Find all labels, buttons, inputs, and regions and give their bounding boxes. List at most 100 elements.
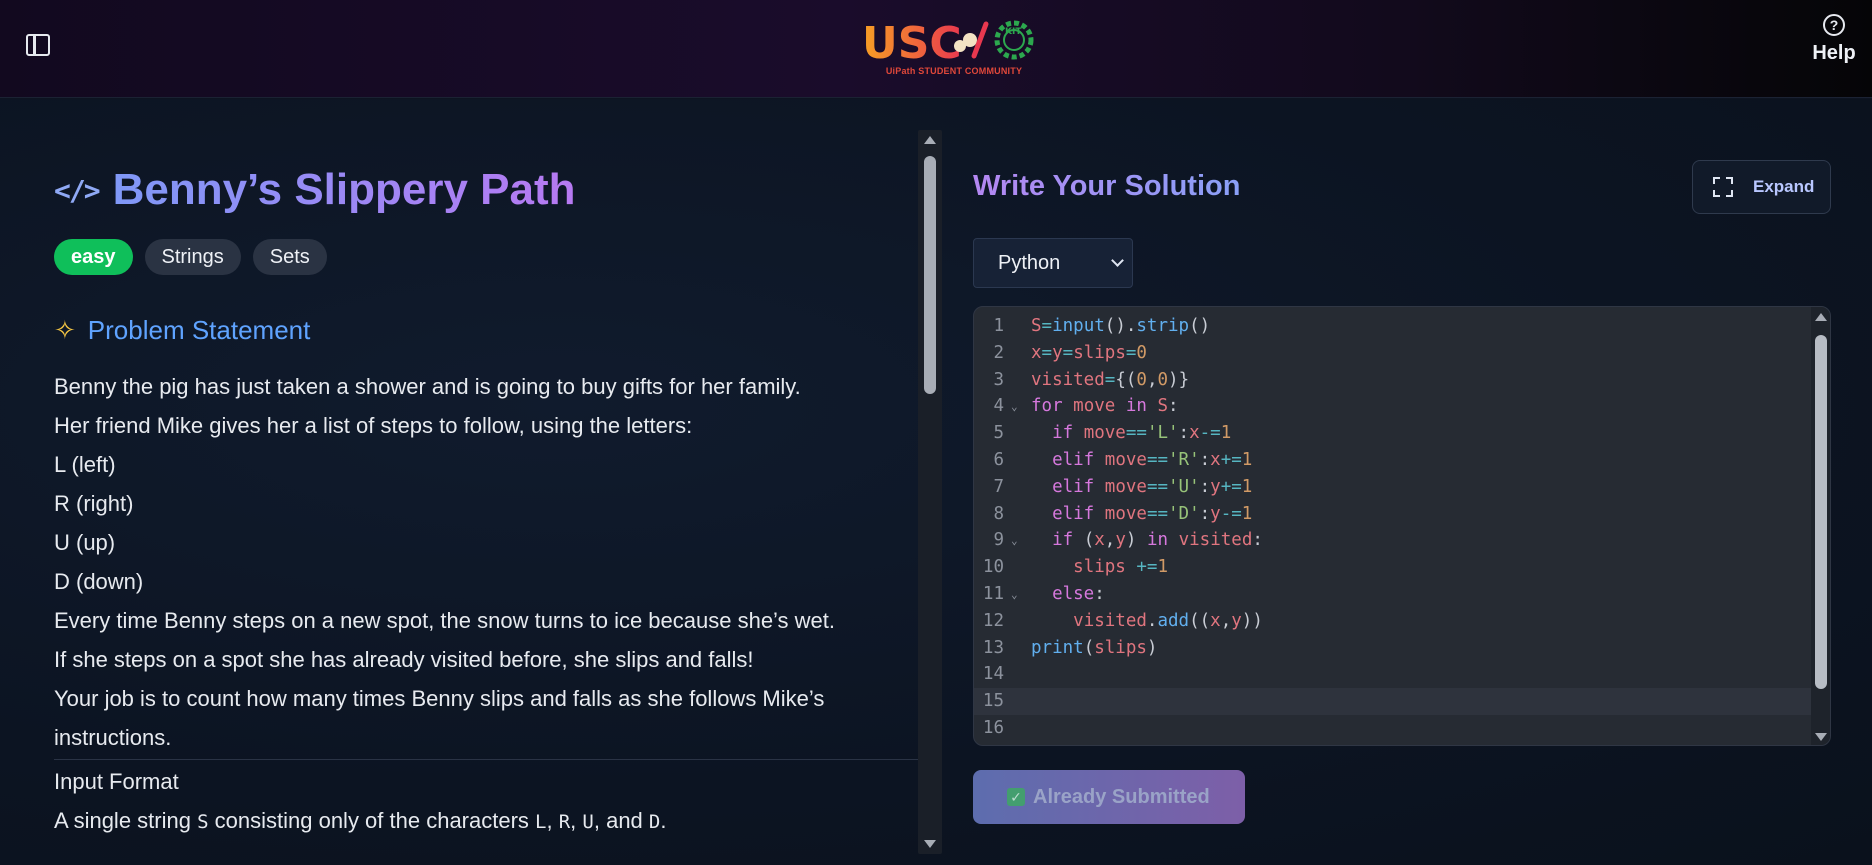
statement-line: R (right) — [54, 491, 134, 516]
code-line[interactable]: 10 slips +=1 — [974, 554, 1814, 581]
code-part: S — [197, 811, 209, 833]
line-number: 16 — [982, 717, 1004, 738]
line-number: 11 — [982, 583, 1004, 604]
difficulty-badge: easy — [54, 239, 133, 275]
line-number: 13 — [982, 637, 1004, 658]
code-line[interactable]: 3 visited={(0,0)} — [974, 367, 1814, 394]
expand-label: Expand — [1753, 177, 1815, 196]
svg-text:USC: USC — [862, 18, 962, 66]
problem-tags: easy Strings Sets — [54, 239, 327, 275]
problem-statement: Benny the pig has just taken a shower an… — [54, 367, 924, 853]
code-line[interactable]: 14 — [974, 661, 1814, 688]
line-number: 8 — [993, 503, 1004, 524]
code-editor[interactable]: 1 S=input().strip() 2 x=y=slips=0 3 visited… — [973, 306, 1831, 746]
fold-chevron-icon[interactable]: ⌄ — [1011, 582, 1018, 609]
problem-title-row: </> Benny’s Slippery Path — [54, 165, 576, 215]
line-number: 6 — [993, 449, 1004, 470]
top-bar: USC KIT UiPath STUDENT COMMUNITY ? Help — [0, 0, 1872, 98]
line-number: 5 — [993, 423, 1004, 444]
line-number: 4 — [993, 396, 1004, 417]
statement-line: D (down) — [54, 569, 144, 594]
scrollbar-thumb[interactable] — [1815, 335, 1827, 689]
line-number: 14 — [982, 664, 1004, 685]
checkbox-checked-icon: ✓ — [1007, 788, 1025, 806]
code-line[interactable]: 9 ⌄ if (x,y) in visited: — [974, 527, 1814, 554]
divider — [54, 759, 924, 760]
text-part: , — [570, 808, 583, 833]
code-line[interactable]: 6 elif move=='R':x+=1 — [974, 447, 1814, 474]
problem-statement-heading: ✧ Problem Statement — [54, 315, 310, 346]
help-button[interactable]: ? Help — [1808, 12, 1860, 65]
code-line[interactable]: 5 if move=='L':x-=1 — [974, 420, 1814, 447]
statement-line: U (up) — [54, 530, 116, 555]
problem-panel: </> Benny’s Slippery Path easy Strings S… — [30, 129, 942, 853]
section-title: Problem Statement — [87, 315, 311, 345]
code-part: L — [535, 811, 547, 833]
code-line-active[interactable]: 15 — [974, 688, 1814, 715]
expand-icon — [1713, 177, 1733, 197]
statement-line: If she steps on a spot she has already v… — [54, 647, 754, 672]
text-part: , and — [593, 808, 649, 833]
line-number: 9 — [993, 530, 1004, 551]
expand-button[interactable]: Expand — [1692, 160, 1831, 214]
sidebar-toggle-icon[interactable] — [26, 34, 50, 56]
input-format-heading: Input Format — [54, 769, 179, 794]
scrollbar-thumb[interactable] — [924, 156, 936, 394]
language-value: Python — [998, 252, 1061, 274]
problem-title: Benny’s Slippery Path — [112, 165, 576, 214]
scroll-down-arrow-icon[interactable] — [1815, 733, 1827, 741]
usc-logo: USC KIT UiPath STUDENT COMMUNITY — [862, 16, 1046, 80]
code-line[interactable]: 2 x=y=slips=0 — [974, 340, 1814, 367]
chevron-down-icon — [1111, 254, 1124, 267]
submit-label: Already Submitted — [1033, 785, 1210, 808]
code-line[interactable]: 1 S=input().strip() — [974, 313, 1814, 340]
input-format-text: A single string S consisting only of the… — [54, 801, 924, 842]
line-number: 1 — [993, 316, 1004, 336]
text-part: consisting only of the characters — [208, 808, 536, 833]
statement-line: Her friend Mike gives her a list of step… — [54, 413, 693, 438]
code-line[interactable]: 16 — [974, 715, 1814, 742]
submit-button[interactable]: ✓ Already Submitted — [973, 770, 1245, 824]
code-line[interactable]: 8 elif move=='D':y-=1 — [974, 501, 1814, 528]
scroll-down-arrow-icon[interactable] — [924, 840, 936, 848]
code-line[interactable]: 7 elif move=='U':y+=1 — [974, 474, 1814, 501]
line-number: 15 — [982, 691, 1004, 712]
statement-line: Your job is to count how many times Benn… — [54, 686, 825, 711]
code-line[interactable]: 4 ⌄ for move in S: — [974, 393, 1814, 420]
text-part: , — [546, 808, 559, 833]
line-number: 10 — [982, 557, 1004, 578]
statement-line: Every time Benny steps on a new spot, th… — [54, 608, 836, 633]
problem-scrollbar[interactable] — [918, 130, 942, 854]
code-line[interactable]: 11 ⌄ else: — [974, 581, 1814, 608]
question-icon: ? — [1823, 14, 1845, 36]
svg-text:KIT: KIT — [1005, 27, 1022, 37]
sparkle-icon: ✧ — [54, 315, 76, 345]
line-number: 7 — [993, 476, 1004, 497]
statement-line: Benny the pig has just taken a shower an… — [54, 374, 801, 399]
line-number: 3 — [993, 369, 1004, 390]
solution-title: Write Your Solution — [973, 170, 1241, 202]
line-number: 12 — [982, 610, 1004, 631]
code-icon: </> — [54, 173, 101, 207]
code-part: D — [648, 811, 661, 833]
text-part: . — [660, 808, 667, 833]
statement-line: L (left) — [54, 452, 116, 477]
tag-strings[interactable]: Strings — [144, 239, 241, 275]
fold-chevron-icon[interactable]: ⌄ — [1011, 528, 1018, 555]
code-line[interactable]: 13 print(slips) — [974, 635, 1814, 662]
code-lines[interactable]: 1 S=input().strip() 2 x=y=slips=0 3 visited… — [974, 313, 1814, 742]
tag-sets[interactable]: Sets — [252, 239, 327, 275]
logo-subtitle: UiPath STUDENT COMMUNITY — [885, 66, 1023, 76]
fold-chevron-icon[interactable]: ⌄ — [1011, 394, 1018, 421]
help-label: Help — [1812, 42, 1856, 64]
constraint-text: (1 ≤ |S| ≤ 10⁵) — [54, 842, 924, 853]
language-select[interactable]: Python — [973, 238, 1133, 288]
statement-line: instructions. — [54, 725, 172, 750]
logo-graphic: USC KIT — [862, 18, 1034, 69]
code-line[interactable]: 12 visited.add((x,y)) — [974, 608, 1814, 635]
line-number: 2 — [993, 342, 1004, 363]
scroll-up-arrow-icon[interactable] — [924, 136, 936, 144]
scroll-up-arrow-icon[interactable] — [1815, 313, 1827, 321]
editor-scrollbar[interactable] — [1811, 307, 1830, 745]
code-part: U — [582, 811, 594, 833]
